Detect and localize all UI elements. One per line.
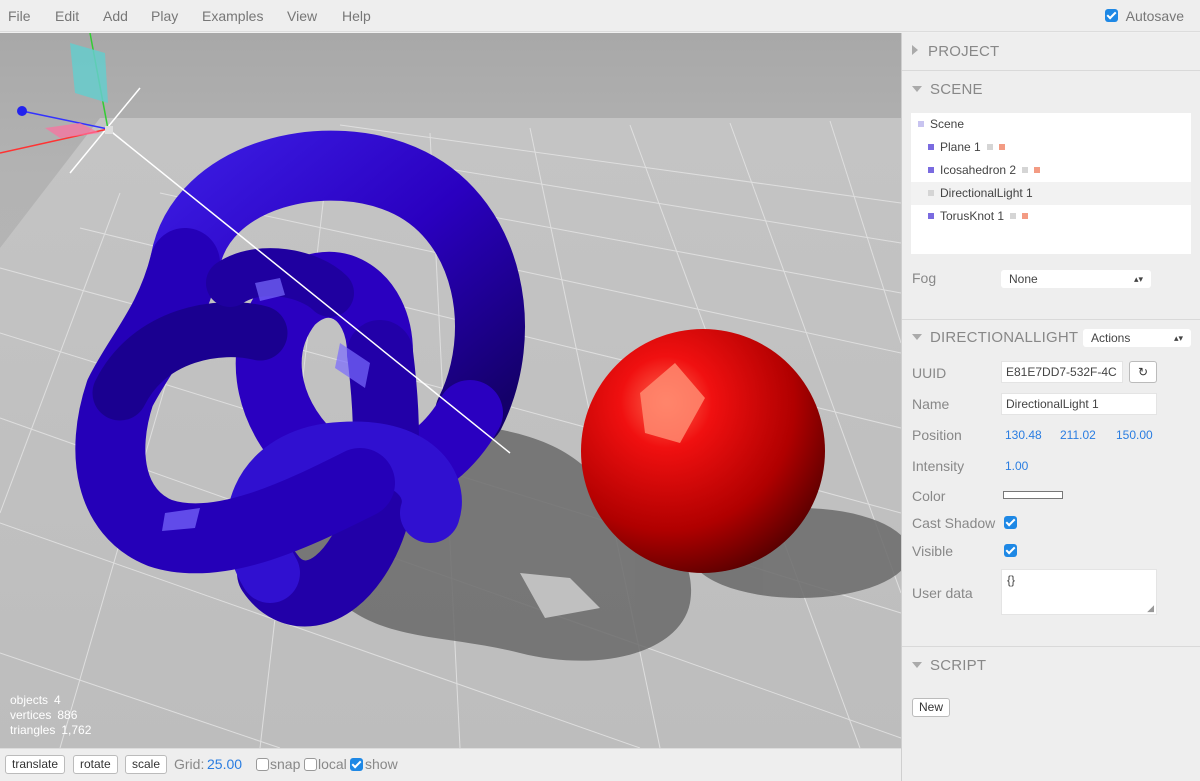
expanded-arrow-icon xyxy=(912,334,922,340)
scene-icon xyxy=(918,121,924,127)
scale-button[interactable]: scale xyxy=(125,755,168,774)
project-panel-header[interactable]: PROJECT xyxy=(912,43,999,60)
material-icon xyxy=(1022,213,1029,219)
geometry-icon xyxy=(1022,167,1029,173)
object-panel-header[interactable]: DIRECTIONALLIGHT xyxy=(912,329,1078,346)
scene-outliner[interactable]: Scene Plane 1 Icosahedron 2 DirectionalL… xyxy=(911,113,1191,254)
transform-toolbar: translate rotate scale Grid: 25.00 snap … xyxy=(0,748,901,781)
outliner-item-directionallight[interactable]: DirectionalLight 1 xyxy=(911,182,1191,205)
local-label: local xyxy=(318,756,347,772)
script-panel-header[interactable]: SCRIPT xyxy=(912,657,986,674)
icosahedron-mesh xyxy=(581,329,825,573)
resize-handle-icon[interactable]: ◢ xyxy=(1147,603,1154,614)
name-field[interactable]: DirectionalLight 1 xyxy=(1001,393,1157,415)
grid-label: Grid: xyxy=(174,756,205,772)
intensity-label: Intensity xyxy=(912,458,965,474)
autosave-label: Autosave xyxy=(1125,8,1184,24)
geometry-icon xyxy=(986,144,993,150)
color-label: Color xyxy=(912,488,946,504)
cast-shadow-label: Cast Shadow xyxy=(912,515,996,531)
expanded-arrow-icon xyxy=(912,86,922,92)
position-label: Position xyxy=(912,427,962,443)
intensity-input[interactable]: 1.00 xyxy=(1005,459,1028,473)
expanded-arrow-icon xyxy=(912,662,922,668)
visible-label: Visible xyxy=(912,543,953,559)
position-y-input[interactable]: 211.02 xyxy=(1060,428,1096,442)
menu-view[interactable]: View xyxy=(287,0,317,32)
position-x-input[interactable]: 130.48 xyxy=(1005,428,1042,442)
cast-shadow-checkbox[interactable] xyxy=(1004,516,1017,529)
menu-add[interactable]: Add xyxy=(103,0,128,32)
collapsed-arrow-icon xyxy=(912,45,918,55)
name-label: Name xyxy=(912,396,950,412)
outliner-item-icosahedron[interactable]: Icosahedron 2 xyxy=(911,159,1191,182)
scene-info: objects 4 vertices 886 triangles 1,762 xyxy=(10,693,91,738)
triangles-count: triangles 1,762 xyxy=(10,723,92,737)
fog-label: Fog xyxy=(912,270,937,286)
menu-file[interactable]: File xyxy=(8,0,31,32)
select-arrows-icon: ▴▾ xyxy=(1173,333,1183,343)
mesh-icon xyxy=(928,144,934,150)
scene-panel-header[interactable]: SCENE xyxy=(912,81,983,98)
userdata-label: User data xyxy=(912,585,973,601)
local-checkbox[interactable] xyxy=(304,758,317,771)
fog-select[interactable]: None ▴▾ xyxy=(1001,270,1151,288)
grid-size-input[interactable]: 25.00 xyxy=(207,755,242,774)
mesh-icon xyxy=(928,167,934,173)
autosave-toggle[interactable]: Autosave xyxy=(1104,0,1184,32)
geometry-icon xyxy=(1010,213,1017,219)
material-icon xyxy=(998,144,1005,150)
material-icon xyxy=(1034,167,1041,173)
viewport[interactable]: objects 4 vertices 886 triangles 1,762 xyxy=(0,33,901,748)
snap-label: snap xyxy=(270,756,301,772)
outliner-item-scene[interactable]: Scene xyxy=(911,113,1191,136)
actions-select[interactable]: Actions ▴▾ xyxy=(1083,329,1191,347)
userdata-textarea[interactable]: {} ◢ xyxy=(1001,569,1157,615)
objects-count: objects 4 xyxy=(10,693,61,707)
rotate-button[interactable]: rotate xyxy=(73,755,118,774)
outliner-item-torusknot[interactable]: TorusKnot 1 xyxy=(911,205,1191,228)
menu-examples[interactable]: Examples xyxy=(202,0,263,32)
renew-uuid-button[interactable]: ↻ xyxy=(1129,361,1157,383)
sidebar: PROJECT SCENE Scene Plane 1 Icosahedron … xyxy=(901,33,1200,781)
snap-checkbox[interactable] xyxy=(256,758,269,771)
mesh-icon xyxy=(928,213,934,219)
select-arrows-icon: ▴▾ xyxy=(1133,274,1143,284)
menu-help[interactable]: Help xyxy=(342,0,371,32)
visible-checkbox[interactable] xyxy=(1004,544,1017,557)
outliner-item-plane[interactable]: Plane 1 xyxy=(911,136,1191,159)
light-icon xyxy=(928,190,934,196)
show-grid-checkbox[interactable] xyxy=(350,758,363,771)
translate-button[interactable]: translate xyxy=(5,755,66,774)
position-z-input[interactable]: 150.00 xyxy=(1116,428,1153,442)
menu-edit[interactable]: Edit xyxy=(55,0,79,32)
uuid-label: UUID xyxy=(912,365,947,381)
new-script-button[interactable]: New xyxy=(912,698,950,717)
scene-render xyxy=(0,33,901,748)
color-swatch[interactable] xyxy=(1003,491,1063,499)
autosave-checkbox[interactable] xyxy=(1104,9,1118,23)
uuid-field[interactable]: E81E7DD7-532F-4C xyxy=(1001,361,1123,383)
vertices-count: vertices 886 xyxy=(10,708,78,722)
show-label: show xyxy=(365,756,398,772)
menubar: File Edit Add Play Examples View Help Au… xyxy=(0,0,1200,32)
menu-play[interactable]: Play xyxy=(151,0,178,32)
refresh-icon: ↻ xyxy=(1137,365,1149,379)
